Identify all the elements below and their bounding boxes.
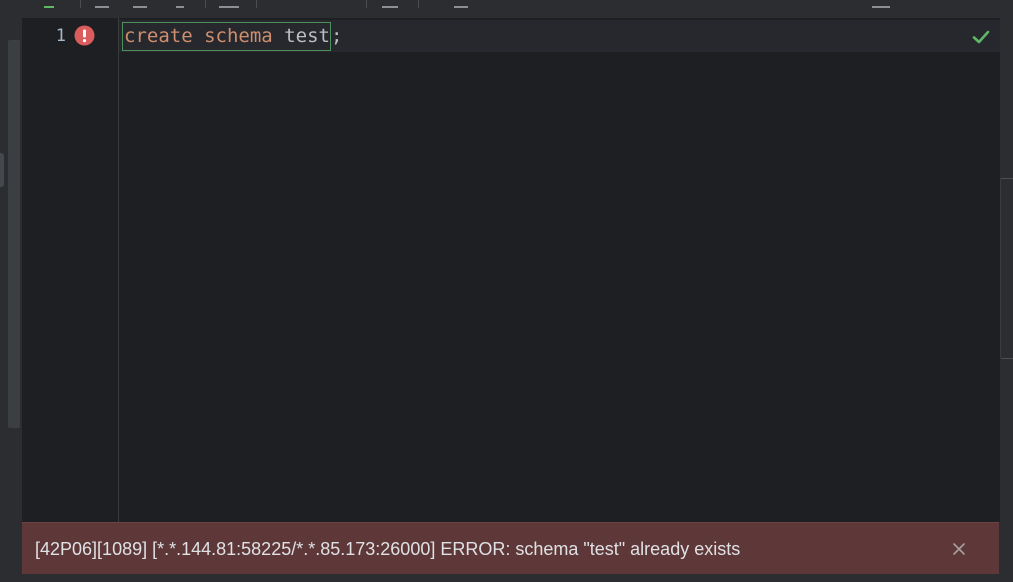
right-scrollbar[interactable] [1000,178,1001,358]
transaction-icon[interactable] [454,0,468,8]
left-tool-strip [0,18,22,582]
keyword-schema: schema [204,24,273,47]
error-circle-icon[interactable] [74,25,95,46]
toolbar-separator [205,0,206,8]
inspection-status-badge[interactable] [966,22,996,52]
toolbar-separator [80,0,81,8]
bottom-edge [0,574,1013,582]
right-divider [1001,358,1013,359]
history-icon[interactable] [95,0,109,8]
sql-editor[interactable]: 1 create schema test; [22,18,1000,522]
right-tool-strip [1000,18,1013,582]
right-divider [1001,178,1013,179]
toolbar-separator [256,0,257,8]
output-icon[interactable] [219,0,239,8]
line-number: 1 [55,26,66,46]
left-scrollbar[interactable] [8,40,20,428]
format-icon[interactable] [382,0,398,8]
editor-gutter [22,18,119,522]
keyword-create: create [124,24,193,47]
code-line[interactable]: create schema test; [122,20,342,52]
checkmark-icon [972,30,990,44]
settings-icon[interactable] [133,0,147,8]
close-icon[interactable] [949,539,969,559]
error-notification-banner: [42P06][1089] [*.*.144.81:58225/*.*.85.1… [22,522,999,575]
query-console-window: 1 create schema test; [42P06][1089] [*.*… [0,0,1013,582]
statement-highlight[interactable]: create schema test [122,21,331,51]
error-message: [42P06][1089] [*.*.144.81:58225/*.*.85.1… [35,539,741,559]
editor-toolbar [0,0,1013,19]
layout-icon[interactable] [872,0,890,8]
pin-icon[interactable] [176,0,184,8]
statement-terminator: ; [330,25,343,47]
execute-icon[interactable] [44,0,54,8]
toolbar-separator [418,0,419,8]
side-panel-handle[interactable] [0,153,4,187]
toolbar-separator [366,0,367,8]
schema-identifier: test [284,24,330,47]
